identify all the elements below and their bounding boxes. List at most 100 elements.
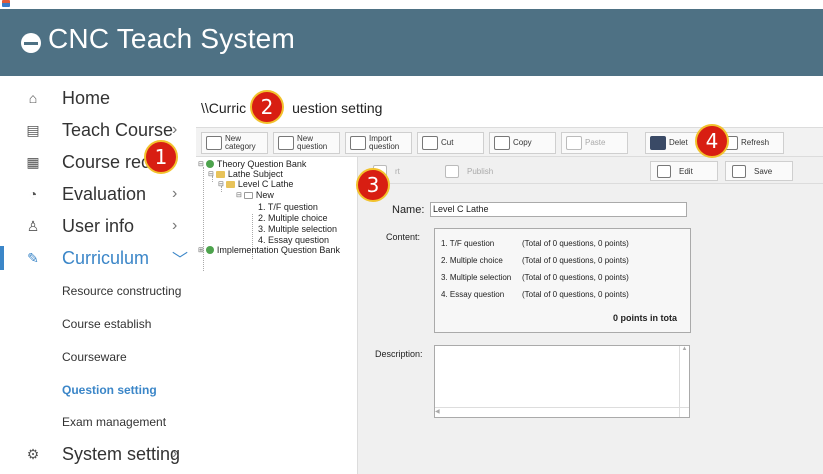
- export-label: rt: [395, 166, 400, 176]
- cut-label: Cut: [441, 138, 454, 147]
- tree-leaf-label: 1. T/F question: [258, 202, 318, 212]
- delete-label: Delet: [669, 138, 688, 147]
- cnc-logo-icon: [21, 33, 41, 53]
- breadcrumb-suffix: uestion setting: [292, 100, 383, 116]
- publish-icon: [445, 164, 459, 178]
- folder-icon: [215, 170, 225, 178]
- home-icon: ⌂: [28, 90, 38, 106]
- copy-icon: [494, 136, 510, 150]
- cut-button[interactable]: Cut: [417, 132, 484, 154]
- content-label: Content:: [386, 232, 421, 242]
- chevron-right-icon: ›: [172, 217, 178, 234]
- callout-marker-3: 3: [356, 168, 390, 202]
- total-points: 0 points in tota: [613, 313, 677, 323]
- save-button[interactable]: Save: [725, 161, 793, 181]
- name-label: Name:: [392, 204, 425, 216]
- detail-toolbar: rt Publish Edit Save: [358, 157, 823, 184]
- content-row-total: (Total of 0 questions, 0 points): [522, 239, 629, 248]
- tree-leaf-label: 2. Multiple choice: [258, 213, 328, 223]
- chevron-right-icon: ›: [172, 185, 178, 202]
- description-label: Description:: [375, 349, 423, 359]
- collapse-icon: ⊟: [198, 161, 204, 168]
- paste-label: Paste: [585, 138, 606, 147]
- question-bank-icon: [205, 246, 214, 254]
- sidebar-item-curriculum[interactable]: ✎ Curriculum ﹀: [0, 242, 190, 274]
- new-question-label-2: question: [297, 142, 328, 151]
- tree-leaf-label: 3. Multiple selection: [258, 224, 338, 234]
- sidebar-item-label: Curriculum: [62, 247, 150, 268]
- paste-icon: [566, 136, 582, 150]
- tree-node-lathe-subject[interactable]: ⊟ Lathe Subject: [208, 169, 283, 179]
- tree-node-new[interactable]: ⊟ New: [236, 190, 274, 200]
- new-question-button[interactable]: New question: [273, 132, 340, 154]
- content-row-total: (Total of 0 questions, 0 points): [522, 290, 629, 299]
- chart-icon: ◔: [28, 186, 38, 202]
- sidebar-item-system-setting[interactable]: ⚙ System setting ›: [0, 438, 190, 470]
- name-field[interactable]: Level C Lathe: [430, 202, 687, 217]
- tree-node-level-c-lathe[interactable]: ⊟ Level C Lathe: [218, 179, 293, 189]
- sidebar: ⌂ Home ▤ Teach Course › ▦ Course reco ◔ …: [0, 76, 190, 474]
- tree-leaf-multiple-choice[interactable]: 2. Multiple choice: [258, 213, 328, 223]
- sidebar-item-label: System setting: [62, 443, 181, 464]
- breadcrumb: \\Curric uestion setting: [201, 100, 382, 116]
- tree-leaf-essay[interactable]: 4. Essay question: [258, 235, 329, 245]
- paste-button[interactable]: Paste: [561, 132, 628, 154]
- list-icon: ▤: [26, 121, 40, 138]
- tree-leaf-multiple-selection[interactable]: 3. Multiple selection: [258, 224, 337, 234]
- edit-button[interactable]: Edit: [650, 161, 718, 181]
- chevron-right-icon: ›: [172, 445, 178, 462]
- sidebar-item-home[interactable]: ⌂ Home: [0, 82, 190, 114]
- subnav-question-setting[interactable]: Question setting: [62, 383, 157, 397]
- collapse-icon: ⊟: [236, 192, 242, 199]
- subnav-courseware[interactable]: Courseware: [62, 350, 127, 364]
- import-icon: [350, 136, 366, 150]
- publish-button[interactable]: Publish: [438, 161, 498, 181]
- tree-node-theory-bank[interactable]: ⊟ Theory Question Bank: [198, 159, 306, 169]
- new-category-label-2: category: [225, 142, 256, 151]
- collapse-icon: ⊟: [218, 181, 224, 188]
- user-icon: ♙: [26, 217, 40, 234]
- sidebar-item-label: Home: [62, 87, 111, 108]
- app-logo-icon: [2, 0, 10, 7]
- breadcrumb-prefix: \\Curric: [201, 100, 247, 116]
- tree-node-implementation-bank[interactable]: ⊞ Implementation Question Bank: [198, 245, 340, 255]
- new-category-button[interactable]: New category: [201, 132, 268, 154]
- sidebar-item-label: Evaluation: [62, 183, 147, 204]
- copy-label: Copy: [513, 138, 532, 147]
- content-row: 2. Multiple choice (Total of 0 questions,…: [441, 256, 629, 265]
- content-summary-box: 1. T/F question (Total of 0 questions, 0 …: [434, 228, 691, 333]
- tree-node-label: Theory Question Bank: [216, 159, 307, 169]
- content-row: 4. Essay question (Total of 0 questions, …: [441, 290, 629, 299]
- content-row-question: 1. T/F question: [441, 239, 495, 248]
- edit-label: Edit: [679, 166, 693, 176]
- chevron-down-icon: ﹀: [172, 252, 189, 269]
- app-title: CNC Teach System: [48, 23, 295, 54]
- subnav-course-establish[interactable]: Course establish: [62, 317, 151, 331]
- content-row-question: 3. Multiple selection: [441, 273, 512, 282]
- subnav-resource-constructing[interactable]: Resource constructing: [62, 284, 181, 298]
- copy-button[interactable]: Copy: [489, 132, 556, 154]
- scissors-icon: [422, 136, 438, 150]
- content-row: 3. Multiple selection (Total of 0 questio…: [441, 273, 629, 282]
- import-question-button[interactable]: Import question: [345, 132, 412, 154]
- import-question-label-2: question: [369, 142, 400, 151]
- publish-label: Publish: [467, 166, 494, 176]
- callout-marker-2: 2: [250, 90, 284, 124]
- content-row-total: (Total of 0 questions, 0 points): [522, 273, 629, 282]
- horizontal-scrollbar[interactable]: ◀: [435, 407, 689, 417]
- tree-node-label: Lathe Subject: [227, 169, 283, 179]
- description-field[interactable]: ▲ ◀: [434, 345, 690, 418]
- subnav-exam-management[interactable]: Exam management: [62, 415, 166, 429]
- callout-marker-1: 1: [144, 140, 178, 174]
- tree-node-label: Implementation Question Bank: [216, 245, 340, 255]
- save-label: Save: [754, 166, 773, 176]
- callout-marker-4: 4: [695, 124, 729, 158]
- window-titlebar: [0, 0, 823, 9]
- sidebar-item-evaluation[interactable]: ◔ Evaluation ›: [0, 178, 190, 210]
- content-row-total: (Total of 0 questions, 0 points): [522, 256, 629, 265]
- tree-leaf-tf[interactable]: 1. T/F question: [258, 202, 318, 212]
- content-row: 1. T/F question (Total of 0 questions, 0 …: [441, 239, 629, 248]
- sidebar-item-user-info[interactable]: ♙ User info ›: [0, 210, 190, 242]
- new-category-icon: [206, 136, 222, 150]
- tree-node-label: New: [255, 190, 274, 200]
